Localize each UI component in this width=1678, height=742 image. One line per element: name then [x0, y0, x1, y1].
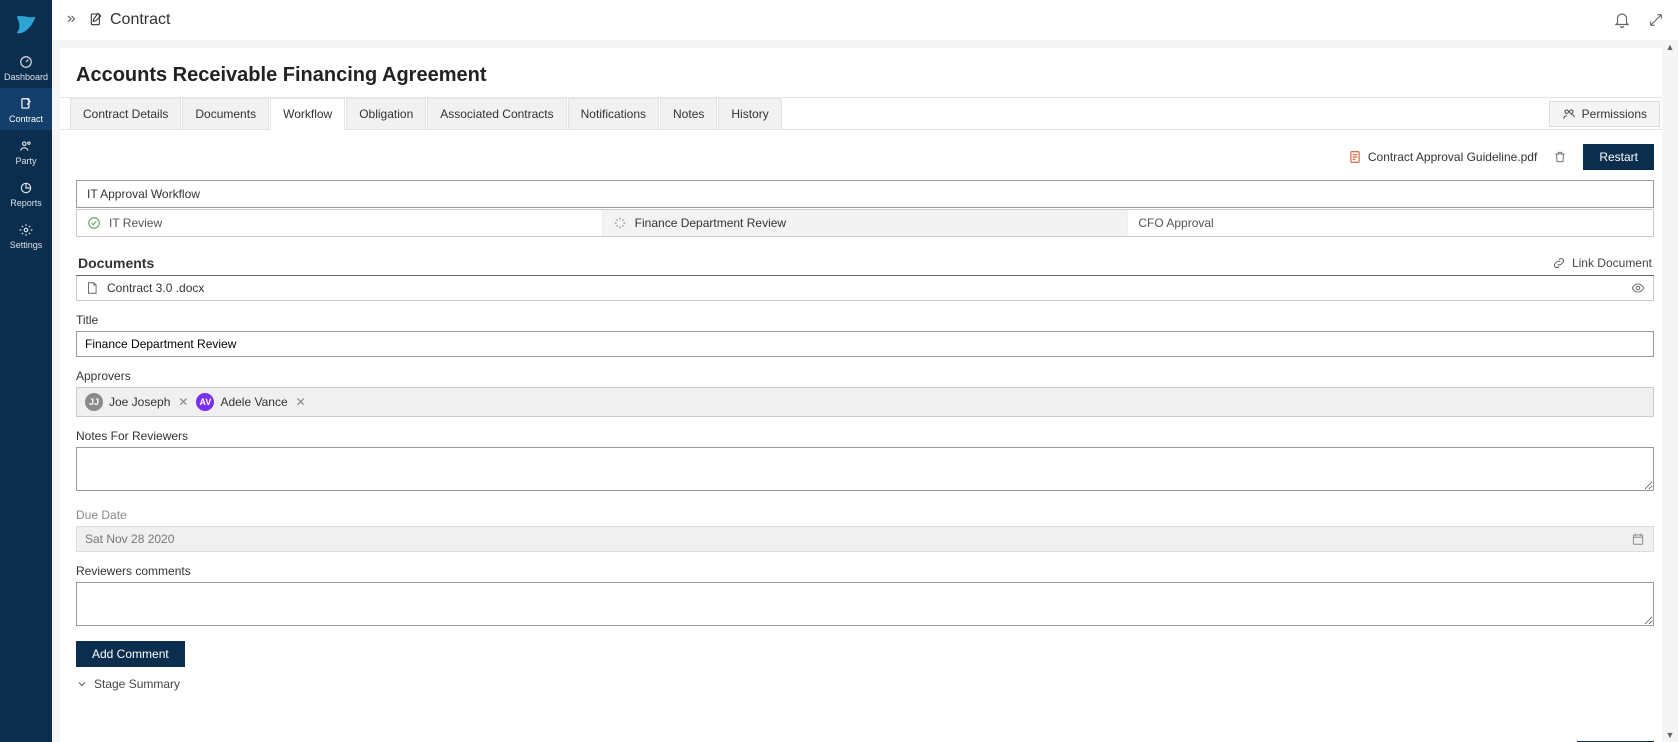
approvers-label: Approvers: [76, 369, 1654, 383]
notification-bell-icon[interactable]: [1612, 10, 1632, 30]
workflow-name-box[interactable]: IT Approval Workflow: [76, 180, 1654, 208]
stage-finance-review[interactable]: Finance Department Review: [603, 210, 1129, 236]
gear-icon: [18, 222, 34, 238]
pdf-icon: [1348, 150, 1362, 164]
approver-name: Joe Joseph: [109, 395, 170, 409]
stage-it-review[interactable]: IT Review: [77, 210, 603, 236]
sidebar-item-label: Party: [15, 156, 36, 166]
tab-notifications[interactable]: Notifications: [568, 98, 659, 129]
due-date-value: Sat Nov 28 2020: [85, 532, 174, 546]
sidebar-item-label: Contract: [9, 114, 43, 124]
breadcrumb-expand-icon[interactable]: [64, 13, 78, 27]
gauge-icon: [18, 54, 34, 70]
due-date-input[interactable]: Sat Nov 28 2020: [76, 526, 1654, 552]
sidebar-item-settings[interactable]: Settings: [0, 214, 52, 256]
file-icon: [85, 281, 99, 295]
tab-obligation[interactable]: Obligation: [346, 98, 426, 129]
approver-chip: JJ Joe Joseph ✕: [85, 393, 188, 411]
loading-icon: [613, 216, 627, 230]
guideline-file-name: Contract Approval Guideline.pdf: [1368, 150, 1537, 164]
vertical-scrollbar[interactable]: ▲ ▼: [1662, 40, 1678, 742]
check-circle-icon: [87, 216, 101, 230]
avatar: JJ: [85, 393, 103, 411]
workflow-stages: IT Review Finance Department Review CFO …: [76, 209, 1654, 237]
permissions-button[interactable]: Permissions: [1549, 101, 1660, 127]
sidebar-item-contract[interactable]: Contract: [0, 88, 52, 130]
tabs-row: Contract Details Documents Workflow Obli…: [60, 98, 1670, 130]
delete-guideline-icon[interactable]: [1551, 148, 1569, 166]
sidebar-item-label: Reports: [10, 198, 42, 208]
scroll-down-icon[interactable]: ▼: [1666, 728, 1675, 742]
scroll-up-icon[interactable]: ▲: [1666, 40, 1675, 54]
reviewers-comments-input[interactable]: [76, 582, 1654, 626]
title-label: Title: [76, 313, 1654, 327]
document-name: Contract 3.0 .docx: [107, 281, 204, 295]
approvers-input[interactable]: JJ Joe Joseph ✕ AV Adele Vance ✕: [76, 387, 1654, 417]
record-title: Accounts Receivable Financing Agreement: [76, 64, 1654, 87]
guideline-file-link[interactable]: Contract Approval Guideline.pdf: [1348, 150, 1537, 164]
chevron-down-icon: [76, 678, 88, 690]
stage-summary-toggle[interactable]: Stage Summary: [76, 677, 1654, 691]
notes-input[interactable]: [76, 447, 1654, 491]
restart-button[interactable]: Restart: [1583, 144, 1654, 170]
top-bar: Contract: [52, 0, 1678, 40]
documents-header-text: Documents: [78, 255, 154, 271]
workflow-footer-actions: Reject Need More Info Approve: [60, 711, 1670, 742]
tab-associated-contracts[interactable]: Associated Contracts: [427, 98, 566, 129]
document-preview-icon[interactable]: [1631, 281, 1645, 295]
tab-contract-details[interactable]: Contract Details: [70, 98, 181, 129]
stage-label: CFO Approval: [1138, 216, 1213, 230]
reviewers-comments-label: Reviewers comments: [76, 564, 1654, 578]
title-input[interactable]: [76, 331, 1654, 357]
stage-cfo-approval[interactable]: CFO Approval: [1128, 210, 1653, 236]
avatar: AV: [196, 393, 214, 411]
document-row[interactable]: Contract 3.0 .docx: [76, 276, 1654, 301]
expand-icon[interactable]: [1646, 10, 1666, 30]
stage-label: Finance Department Review: [635, 216, 786, 230]
tab-notes[interactable]: Notes: [660, 98, 717, 129]
permissions-label: Permissions: [1582, 107, 1647, 121]
sidebar-item-reports[interactable]: Reports: [0, 172, 52, 214]
left-sidebar: Dashboard Contract Party Reports Setting…: [0, 0, 52, 742]
report-icon: [18, 180, 34, 196]
stage-label: IT Review: [109, 216, 162, 230]
workflow-name-text: IT Approval Workflow: [87, 187, 200, 201]
sidebar-item-dashboard[interactable]: Dashboard: [0, 46, 52, 88]
sidebar-item-label: Dashboard: [4, 72, 48, 82]
notes-label: Notes For Reviewers: [76, 429, 1654, 443]
link-document-label: Link Document: [1572, 256, 1652, 270]
remove-chip-icon[interactable]: ✕: [296, 395, 306, 409]
people-icon: [18, 138, 34, 154]
sidebar-item-party[interactable]: Party: [0, 130, 52, 172]
tab-workflow[interactable]: Workflow: [270, 98, 345, 129]
page-title: Contract: [110, 11, 170, 29]
link-document-button[interactable]: Link Document: [1552, 256, 1652, 270]
calendar-icon: [1631, 532, 1645, 546]
add-comment-button[interactable]: Add Comment: [76, 641, 185, 667]
documents-section-header: Documents Link Document: [76, 251, 1654, 276]
link-icon: [1552, 256, 1566, 270]
app-logo-icon: [12, 12, 40, 40]
approver-chip: AV Adele Vance ✕: [196, 393, 305, 411]
tab-documents[interactable]: Documents: [182, 98, 269, 129]
due-date-label: Due Date: [76, 508, 1654, 522]
sidebar-item-label: Settings: [10, 240, 43, 250]
document-edit-icon: [88, 12, 104, 28]
approver-name: Adele Vance: [220, 395, 287, 409]
tab-history[interactable]: History: [718, 98, 781, 129]
stage-summary-label: Stage Summary: [94, 677, 180, 691]
remove-chip-icon[interactable]: ✕: [178, 395, 188, 409]
document-edit-icon: [18, 96, 34, 112]
permissions-icon: [1562, 107, 1576, 121]
